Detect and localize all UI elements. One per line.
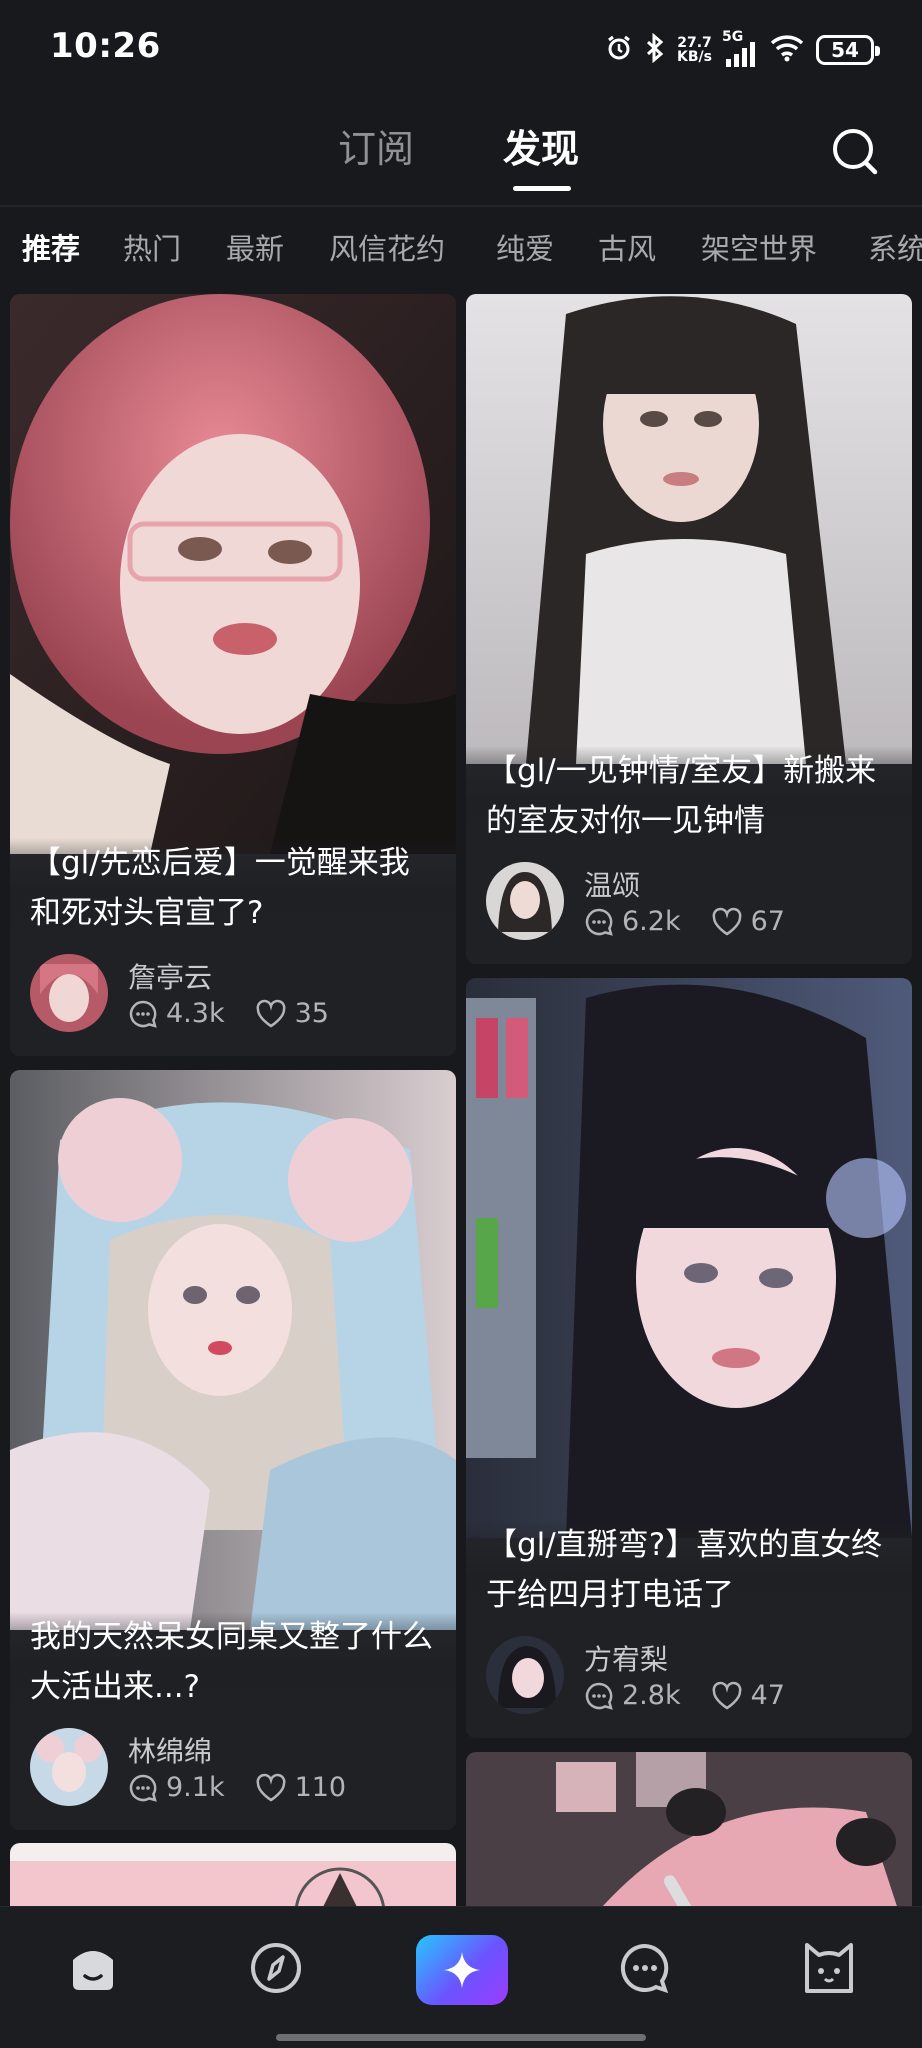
cover-image xyxy=(10,1843,456,1906)
story-title: 【gl/先恋后爱】一觉醒来我和死对头官宣了? xyxy=(30,845,410,931)
comment-icon xyxy=(585,908,613,936)
bluetooth-icon xyxy=(645,32,665,67)
comment-icon xyxy=(129,1774,157,1802)
nav-create-button[interactable] xyxy=(416,1935,508,2005)
story-card[interactable]: 【gl/直掰弯?】喜欢的直女终于给四月打电话了 方宥梨 2.8k 47 xyxy=(466,978,912,1738)
signal-icon: 5G xyxy=(722,29,758,67)
wifi-icon xyxy=(770,34,804,66)
net-speed: 27.7 KB/s xyxy=(677,36,712,64)
author-name[interactable]: 林绵绵 xyxy=(128,1730,212,1770)
author-name[interactable]: 方宥梨 xyxy=(584,1638,668,1678)
comment-count: 2.8k xyxy=(622,1680,681,1711)
heart-icon[interactable] xyxy=(711,907,743,937)
cat-profile-icon xyxy=(805,1943,853,1993)
bottom-nav xyxy=(0,1906,922,2048)
chat-icon xyxy=(620,1943,669,1994)
nav-home[interactable] xyxy=(62,1937,124,1999)
cover-image xyxy=(466,978,912,1538)
story-card[interactable]: 我的天然呆女同桌又整了什么大活出来...? 林绵绵 9.1k 110 xyxy=(10,1070,456,1830)
net-speed-value: 27.7 xyxy=(677,35,712,51)
card-info: 【gl/一见钟情/室友】新搬来的室友对你一见钟情 温颂 6.2k 67 xyxy=(466,746,912,964)
category-hot[interactable]: 热门 xyxy=(123,226,181,268)
story-card[interactable]: 【gl/先恋后爱】一觉醒来我和死对头官宣了? 詹亭云 4.3k 35 xyxy=(10,294,456,1056)
category-latest[interactable]: 最新 xyxy=(226,226,284,268)
comment-count: 9.1k xyxy=(166,1772,225,1803)
card-meta: 温颂 6.2k 67 xyxy=(486,862,892,942)
card-info: 【gl/直掰弯?】喜欢的直女终于给四月打电话了 方宥梨 2.8k 47 xyxy=(466,1520,912,1738)
nav-profile[interactable] xyxy=(798,1937,860,1999)
top-tab-bar: 订阅 发现 xyxy=(0,100,922,200)
avatar[interactable] xyxy=(486,1636,564,1714)
like-count: 35 xyxy=(294,998,329,1029)
comment-count: 4.3k xyxy=(166,998,225,1029)
story-card[interactable]: 【gl/一见钟情/室友】新搬来的室友对你一见钟情 温颂 6.2k 67 xyxy=(466,294,912,964)
story-title: 我的天然呆女同桌又整了什么大活出来...? xyxy=(30,1619,433,1705)
heart-icon[interactable] xyxy=(255,1773,287,1803)
story-card-partial[interactable] xyxy=(10,1843,456,1906)
cover-image xyxy=(10,294,456,854)
card-meta: 林绵绵 9.1k 110 xyxy=(30,1728,436,1808)
status-time: 10:26 xyxy=(50,26,161,66)
battery-indicator: 54 xyxy=(816,35,880,65)
story-title: 【gl/一见钟情/室友】新搬来的室友对你一见钟情 xyxy=(486,753,877,839)
category-system[interactable]: 系统 xyxy=(868,226,922,268)
tab-subscribe[interactable]: 订阅 xyxy=(338,118,414,173)
status-icons: 27.7 KB/s 5G 54 xyxy=(605,28,880,72)
story-card-partial[interactable] xyxy=(466,1752,912,1906)
header-divider xyxy=(0,205,922,207)
card-info: 我的天然呆女同桌又整了什么大活出来...? 林绵绵 9.1k 110 xyxy=(10,1612,456,1830)
card-stats: 6.2k 67 xyxy=(584,906,785,937)
heart-icon[interactable] xyxy=(711,1681,743,1711)
cover-image xyxy=(466,1752,912,1906)
search-button[interactable] xyxy=(828,124,882,178)
net-speed-unit: KB/s xyxy=(677,49,712,65)
card-stats: 2.8k 47 xyxy=(584,1680,785,1711)
story-feed[interactable]: 【gl/先恋后爱】一觉醒来我和死对头官宣了? 詹亭云 4.3k 35 【gl/一… xyxy=(0,286,922,1906)
like-count: 47 xyxy=(750,1680,785,1711)
category-bar: 推荐 热门 最新 风信花约 纯爱 古风 架空世界 系统 xyxy=(0,208,922,286)
avatar[interactable] xyxy=(486,862,564,940)
story-title: 【gl/直掰弯?】喜欢的直女终于给四月打电话了 xyxy=(486,1527,883,1613)
status-bar: 10:26 27.7 KB/s 5G 54 xyxy=(0,0,922,100)
cover-image xyxy=(10,1070,456,1630)
heart-icon[interactable] xyxy=(255,999,287,1029)
tab-discover[interactable]: 发现 xyxy=(503,118,579,173)
active-tab-indicator xyxy=(513,186,571,191)
card-stats: 4.3k 35 xyxy=(128,998,329,1029)
author-name[interactable]: 詹亭云 xyxy=(128,956,212,996)
avatar[interactable] xyxy=(30,1728,108,1806)
category-recommend[interactable]: 推荐 xyxy=(22,226,80,268)
category-ancient[interactable]: 古风 xyxy=(598,226,656,268)
nav-discover[interactable] xyxy=(245,1937,307,1999)
nav-messages[interactable] xyxy=(614,1937,676,1999)
card-meta: 詹亭云 4.3k 35 xyxy=(30,954,436,1034)
like-count: 110 xyxy=(294,1772,347,1803)
comment-icon xyxy=(129,1000,157,1028)
sparkle-create-icon xyxy=(444,1952,480,1988)
comment-icon xyxy=(585,1682,613,1710)
author-name[interactable]: 温颂 xyxy=(584,864,640,904)
search-icon xyxy=(833,129,878,175)
network-type: 5G xyxy=(722,29,744,45)
home-indicator[interactable] xyxy=(276,2034,646,2041)
card-info: 【gl/先恋后爱】一觉醒来我和死对头官宣了? 詹亭云 4.3k 35 xyxy=(10,838,456,1056)
comment-count: 6.2k xyxy=(622,906,681,937)
home-icon xyxy=(73,1951,113,1990)
card-meta: 方宥梨 2.8k 47 xyxy=(486,1636,892,1716)
cover-image xyxy=(466,294,912,764)
like-count: 67 xyxy=(750,906,785,937)
compass-icon xyxy=(251,1943,301,1993)
category-fantasy-world[interactable]: 架空世界 xyxy=(701,226,817,268)
category-pure-love[interactable]: 纯爱 xyxy=(496,226,554,268)
avatar[interactable] xyxy=(30,954,108,1032)
alarm-icon xyxy=(605,34,633,66)
category-fengxin[interactable]: 风信花约 xyxy=(329,226,445,268)
card-stats: 9.1k 110 xyxy=(128,1772,346,1803)
